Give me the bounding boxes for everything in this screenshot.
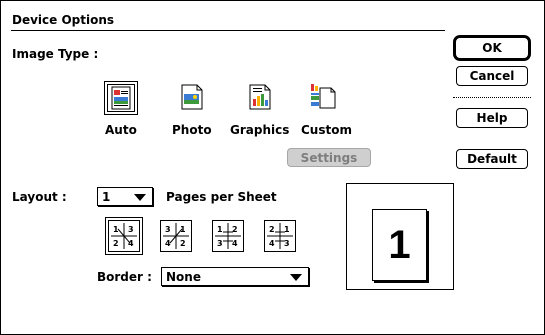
border-popup[interactable]: None [161, 267, 309, 286]
dialog-title: Device Options [12, 13, 115, 27]
device-options-dialog: Device Options Image Type : Auto Photo G… [0, 0, 545, 335]
preview-page-number: 1 [388, 222, 411, 267]
layout-order-3-icon[interactable]: 1234 [212, 220, 244, 252]
svg-text:4: 4 [232, 239, 238, 248]
photo-icon[interactable] [176, 81, 210, 115]
svg-text:4: 4 [165, 239, 171, 248]
cancel-button[interactable]: Cancel [456, 66, 528, 86]
chevron-down-icon [134, 193, 146, 201]
layout-preview: 1 [346, 183, 454, 290]
layout-order-2-icon[interactable]: 3142 [160, 220, 192, 252]
help-button[interactable]: Help [456, 108, 528, 128]
svg-text:4: 4 [269, 239, 275, 248]
default-button[interactable]: Default [456, 149, 528, 169]
layout-popup-value: 1 [102, 189, 111, 204]
svg-text:1: 1 [180, 225, 186, 234]
custom-icon[interactable] [306, 81, 340, 115]
svg-text:4: 4 [128, 239, 134, 248]
graphics-icon[interactable] [244, 81, 278, 115]
photo-label: Photo [172, 123, 212, 137]
title-divider [11, 30, 445, 31]
svg-text:2: 2 [113, 239, 119, 248]
border-popup-value: None [166, 269, 201, 284]
custom-label: Custom [301, 123, 352, 137]
layout-order-1-icon[interactable]: 1324 [105, 217, 143, 255]
border-label: Border : [97, 270, 152, 284]
auto-icon[interactable] [104, 81, 138, 115]
preview-page: 1 [372, 209, 427, 281]
svg-text:2: 2 [180, 239, 186, 248]
auto-label: Auto [105, 123, 137, 137]
svg-text:1: 1 [217, 225, 223, 234]
layout-label: Layout : [12, 190, 67, 204]
layout-order-4-icon[interactable]: 2143 [264, 220, 296, 252]
image-type-label: Image Type : [12, 47, 99, 61]
pages-per-sheet-label: Pages per Sheet [166, 190, 277, 204]
svg-text:1: 1 [284, 225, 290, 234]
layout-popup[interactable]: 1 [97, 187, 153, 206]
svg-text:3: 3 [217, 239, 223, 248]
svg-text:2: 2 [232, 225, 238, 234]
settings-button[interactable]: Settings [287, 148, 371, 167]
svg-text:2: 2 [269, 225, 275, 234]
ok-button[interactable]: OK [457, 39, 527, 57]
svg-text:3: 3 [165, 225, 171, 234]
svg-text:3: 3 [128, 225, 134, 234]
graphics-label: Graphics [230, 123, 290, 137]
svg-text:3: 3 [284, 239, 290, 248]
chevron-down-icon [290, 273, 302, 281]
button-separator [453, 97, 531, 98]
